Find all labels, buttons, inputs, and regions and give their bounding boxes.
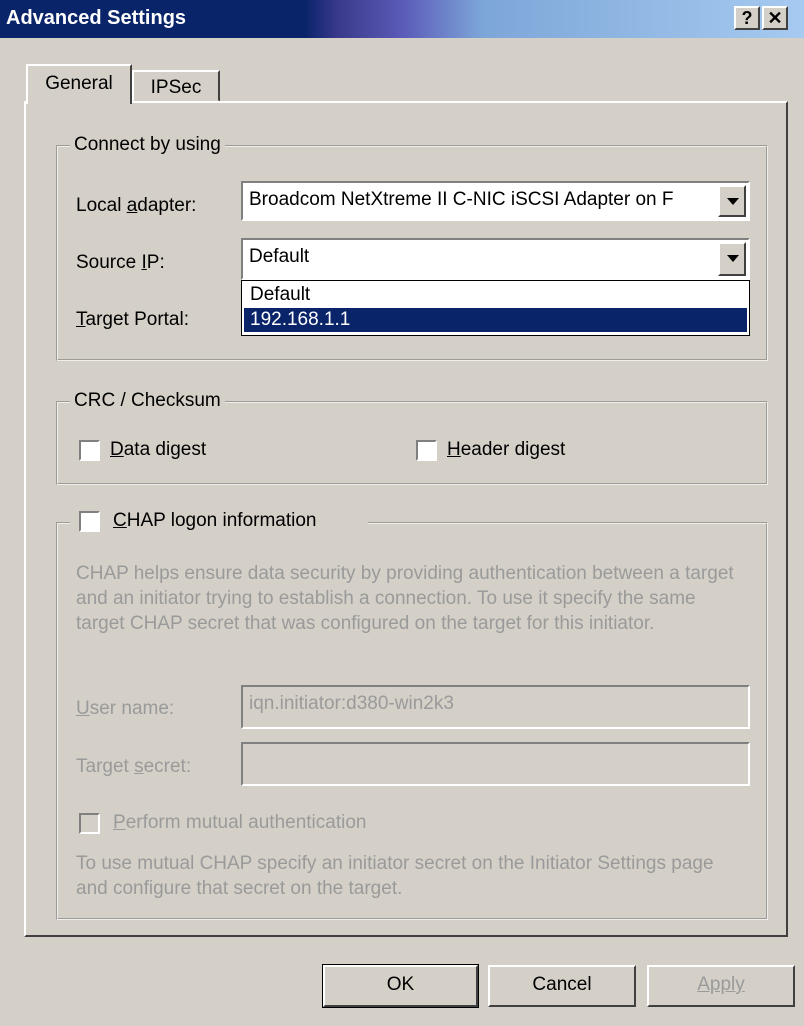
connect-legend: Connect by using xyxy=(70,134,225,156)
cancel-button[interactable]: Cancel xyxy=(488,965,636,1007)
local-adapter-value: Broadcom NetXtreme II C-NIC iSCSI Adapte… xyxy=(249,189,674,210)
title-bar[interactable]: Advanced Settings ? ✕ xyxy=(0,0,804,38)
tab-ipsec[interactable]: IPSec xyxy=(132,70,220,102)
crc-legend: CRC / Checksum xyxy=(70,390,225,412)
source-ip-option[interactable]: Default xyxy=(244,283,747,307)
target-secret-field[interactable] xyxy=(241,742,750,786)
user-name-label: User name: xyxy=(76,698,175,719)
chap-legend-label: CHAP logon information xyxy=(113,510,317,531)
ok-button[interactable]: OK xyxy=(322,964,479,1008)
chevron-down-icon xyxy=(727,198,739,205)
header-digest-checkbox[interactable] xyxy=(416,440,437,461)
tab-ipsec-label: IPSec xyxy=(150,77,202,98)
help-button[interactable]: ? xyxy=(734,6,760,30)
chevron-down-icon xyxy=(727,255,739,262)
source-ip-value: Default xyxy=(249,246,310,267)
user-name-value: iqn.initiator:d380-win2k3 xyxy=(249,693,454,714)
source-ip-dropdown-button[interactable] xyxy=(718,242,746,276)
cancel-label: Cancel xyxy=(532,974,592,995)
mutual-auth-checkbox[interactable] xyxy=(79,813,100,834)
source-ip-option-selected[interactable]: 192.168.1.1 xyxy=(244,308,747,332)
tab-general[interactable]: General xyxy=(26,64,132,104)
local-adapter-dropdown-button[interactable] xyxy=(718,185,746,217)
target-secret-label: Target secret: xyxy=(76,756,192,777)
local-adapter-label: Local adapter: xyxy=(76,195,197,216)
window-title: Advanced Settings xyxy=(6,7,187,29)
chap-description: CHAP helps ensure data security by provi… xyxy=(76,563,734,634)
local-adapter-combo[interactable]: Broadcom NetXtreme II C-NIC iSCSI Adapte… xyxy=(241,181,750,221)
source-ip-label: Source IP: xyxy=(76,252,165,273)
close-button[interactable]: ✕ xyxy=(762,6,788,30)
apply-label: Apply xyxy=(697,974,745,995)
mutual-auth-label: Perform mutual authentication xyxy=(113,812,367,833)
mutual-auth-note: To use mutual CHAP specify an initiator … xyxy=(76,853,714,899)
data-digest-label: Data digest xyxy=(110,439,207,460)
source-ip-dropdown-list: Default 192.168.1.1 xyxy=(241,280,750,336)
chap-checkbox[interactable] xyxy=(79,511,100,532)
tab-general-label: General xyxy=(45,73,113,94)
ok-label: OK xyxy=(386,974,415,995)
apply-button[interactable]: Apply xyxy=(647,965,795,1007)
user-name-field[interactable]: iqn.initiator:d380-win2k3 xyxy=(241,685,750,729)
target-portal-label: Target Portal: xyxy=(76,309,189,330)
advanced-settings-dialog: Advanced Settings ? ✕ General IPSec Conn… xyxy=(0,0,804,1026)
header-digest-label: Header digest xyxy=(447,439,566,460)
data-digest-checkbox[interactable] xyxy=(79,440,100,461)
source-ip-combo[interactable]: Default xyxy=(241,238,750,280)
